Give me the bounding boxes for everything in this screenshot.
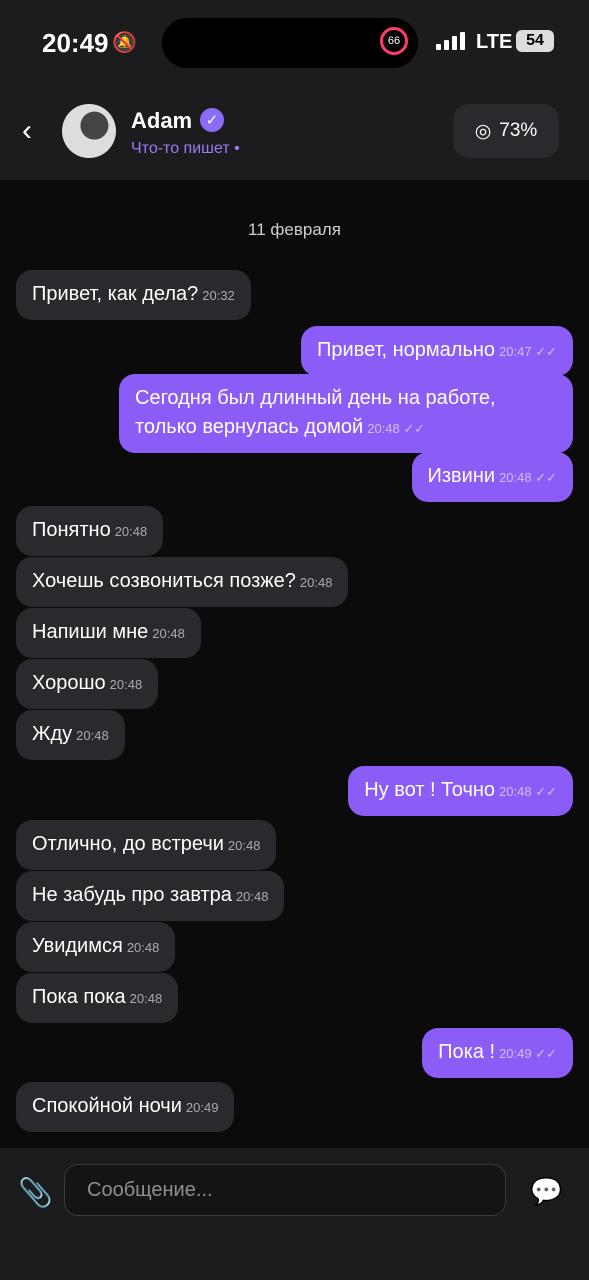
message-text: Привет, нормально — [317, 339, 496, 361]
clock: 20:49 — [42, 28, 109, 58]
message-text: Не забудь про завтра — [32, 884, 232, 906]
status-bar: 20:49 🔕 66 LTE 54 — [0, 0, 589, 88]
message-text: Пока ! — [438, 1041, 496, 1063]
message-text: Привет, как дела? — [32, 283, 199, 305]
signal-icon — [436, 32, 465, 50]
attach-icon[interactable]: 📎 — [18, 1176, 53, 1209]
percent-value: 73% — [499, 120, 538, 141]
chat-bubble-icon[interactable]: 💬 — [530, 1176, 562, 1207]
outgoing-message[interactable]: Пока ! 20:49 ✓✓ — [422, 1028, 573, 1078]
message-text: Ну вот ! Точно — [364, 779, 496, 801]
incoming-message[interactable]: Хочешь созвониться позже? 20:48 — [16, 557, 349, 607]
message-time: 20:48 — [152, 626, 185, 641]
incoming-message[interactable]: Отлично, до встречи 20:48 — [16, 820, 277, 870]
incoming-message[interactable]: Пока пока 20:48 — [16, 973, 179, 1023]
outgoing-message[interactable]: Ну вот ! Точно 20:48 ✓✓ — [348, 766, 573, 816]
message-text: Пока пока — [32, 986, 126, 1008]
incoming-message[interactable]: Увидимся 20:48 — [16, 922, 176, 972]
message-time: 20:47 ✓✓ — [499, 344, 557, 359]
avatar[interactable] — [62, 104, 116, 158]
message-time: 20:48 — [109, 677, 143, 692]
incoming-message[interactable]: Хорошо 20:48 — [16, 659, 159, 709]
percent-badge[interactable]: ◎ 73% — [453, 104, 559, 158]
message-time: 20:48 — [299, 575, 333, 590]
message-text: Сегодня был длинный день на работе, толь… — [135, 387, 496, 438]
incoming-message[interactable]: Не забудь про завтра 20:48 — [16, 871, 285, 921]
incoming-message[interactable]: Спокойной ночи 20:49 — [16, 1082, 235, 1132]
chat-header: ‹ Adam ✓ Что-то пишет • ◎ 73% — [0, 88, 589, 180]
message-text: Понятно — [32, 519, 111, 541]
contact-name[interactable]: Adam — [131, 108, 192, 134]
verified-icon: ✓ — [200, 108, 224, 132]
message-time: 20:48 ✓✓ — [499, 470, 557, 485]
activity-ring: 66 — [380, 27, 408, 55]
incoming-message[interactable]: Понятно 20:48 — [16, 506, 164, 556]
outgoing-message[interactable]: Извини 20:48 ✓✓ — [411, 452, 573, 502]
message-time: 20:48 — [114, 524, 148, 539]
message-time: 20:48 — [129, 991, 163, 1006]
network-label: LTE — [476, 31, 513, 53]
message-text: Увидимся — [32, 935, 123, 957]
link-circles-icon: ◎ — [474, 120, 492, 142]
battery-icon: 54 — [516, 30, 554, 52]
message-time: 20:48 — [126, 940, 160, 955]
outgoing-message[interactable]: Привет, нормально 20:47 ✓✓ — [301, 326, 573, 376]
typing-status: Что-то пишет • — [131, 140, 240, 157]
incoming-message[interactable]: Напиши мне 20:48 — [16, 608, 201, 658]
message-text: Жду — [32, 723, 73, 745]
message-input[interactable]: Сообщение... — [64, 1164, 506, 1216]
message-time: 20:48 ✓✓ — [499, 784, 557, 799]
message-time: 20:48 — [76, 728, 109, 743]
date-separator: 11 февраля — [248, 220, 341, 239]
message-time: 20:48 ✓✓ — [367, 421, 426, 436]
message-time: 20:48 — [227, 838, 261, 853]
message-time: 20:49 — [185, 1100, 219, 1115]
message-time: 20:49 ✓✓ — [499, 1046, 557, 1061]
composer: 📎 Сообщение... 💬 — [0, 1148, 589, 1280]
message-text: Хорошо — [32, 672, 106, 694]
message-text: Хочешь созвониться позже? — [32, 570, 296, 592]
message-time: 20:48 — [235, 889, 269, 904]
message-text: Спокойной ночи — [32, 1095, 182, 1117]
message-list[interactable]: 11 февраля Привет, как дела? 20:32 Привет,… — [0, 180, 589, 1148]
message-text: Напиши мне — [32, 621, 149, 643]
outgoing-message[interactable]: Сегодня был длинный день на работе, толь… — [119, 374, 573, 453]
message-time: 20:32 — [202, 288, 235, 303]
bell-muted-icon: 🔕 — [112, 32, 137, 54]
incoming-message[interactable]: Жду 20:48 — [16, 710, 125, 760]
message-text: Извини — [427, 465, 496, 487]
back-icon[interactable]: ‹ — [22, 114, 32, 148]
dynamic-island: 66 — [162, 18, 418, 68]
incoming-message[interactable]: Привет, как дела? 20:32 — [16, 270, 251, 320]
message-text: Отлично, до встречи — [32, 833, 224, 855]
